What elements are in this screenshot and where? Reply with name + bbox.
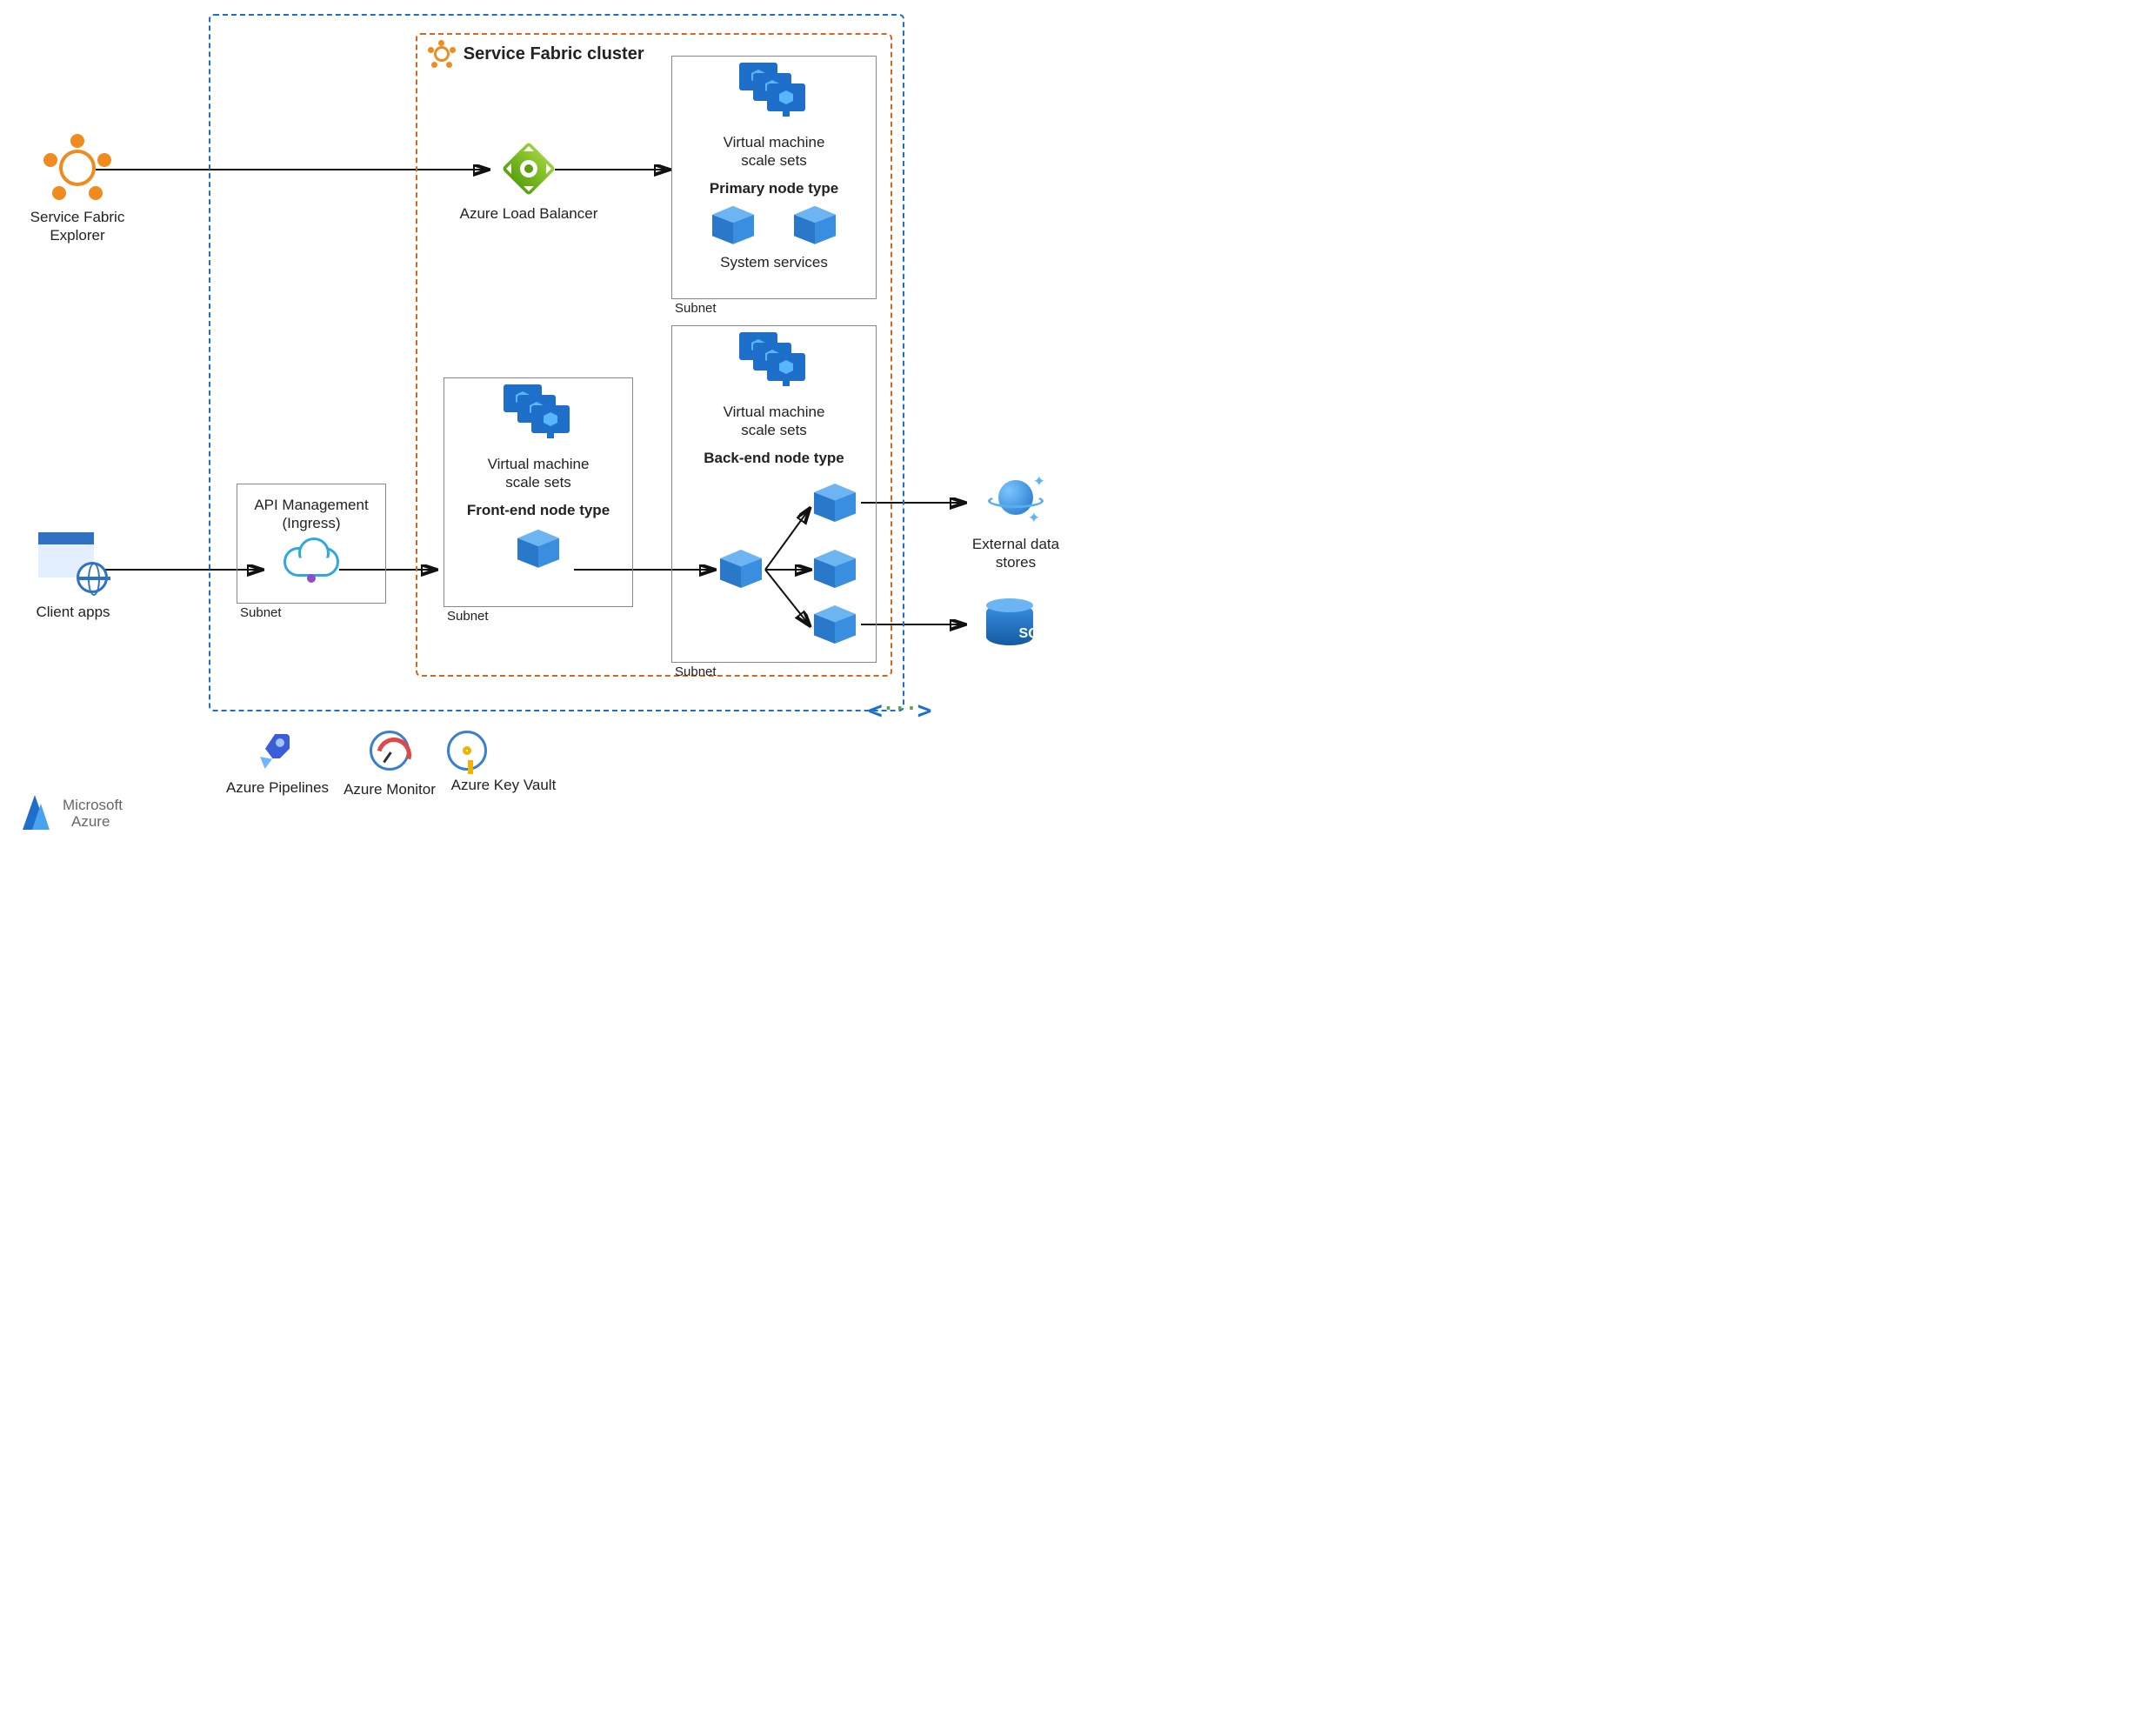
api-management-icon bbox=[284, 542, 339, 580]
backend-cube-2 bbox=[814, 550, 856, 596]
sql-node: SQL bbox=[986, 598, 1033, 655]
primary-vmss-label: Virtual machine scale sets bbox=[671, 133, 877, 170]
primary-title: Primary node type bbox=[671, 179, 877, 197]
sf-cluster-title: Service Fabric cluster bbox=[464, 44, 644, 63]
cube-icon bbox=[814, 484, 856, 525]
backend-hub-cube bbox=[720, 550, 762, 596]
apim-node: API Management (Ingress) bbox=[237, 491, 386, 584]
backend-vmss-label: Virtual machine scale sets bbox=[671, 403, 877, 440]
client-apps-label: Client apps bbox=[21, 603, 125, 621]
azure-logo-node: Microsoft Azure bbox=[17, 795, 123, 833]
cube-icon bbox=[814, 550, 856, 591]
frontend-title: Front-end node type bbox=[444, 501, 633, 519]
sf-explorer-node: Service Fabric Explorer bbox=[21, 137, 134, 245]
frontend-vmss-label: Virtual machine scale sets bbox=[444, 455, 633, 492]
backend-node: Virtual machine scale sets Back-end node… bbox=[671, 332, 877, 467]
pipelines-node: Azure Pipelines bbox=[221, 731, 334, 797]
monitor-label: Azure Monitor bbox=[337, 780, 442, 798]
cube-icon bbox=[517, 530, 559, 571]
client-apps-node: Client apps bbox=[21, 532, 125, 621]
azure-logo-icon bbox=[17, 795, 56, 833]
monitor-icon bbox=[370, 731, 410, 771]
vmss-icon bbox=[504, 384, 573, 445]
alb-node: Azure Load Balancer bbox=[459, 143, 598, 223]
monitor-node: Azure Monitor bbox=[337, 731, 442, 798]
sql-icon: SQL bbox=[986, 598, 1033, 651]
keyvault-icon bbox=[447, 731, 487, 771]
load-balancer-icon bbox=[503, 143, 555, 195]
primary-subnet-label: Subnet bbox=[675, 301, 717, 316]
external-stores-node: ✦ ✦ External data stores bbox=[964, 475, 1068, 572]
backend-subnet-label: Subnet bbox=[675, 664, 717, 679]
keyvault-node: Azure Key Vault bbox=[447, 731, 560, 794]
client-apps-icon bbox=[38, 532, 108, 593]
pipelines-label: Azure Pipelines bbox=[221, 778, 334, 797]
sql-text: SQL bbox=[1010, 626, 1057, 642]
vnet-icon: <···> bbox=[868, 696, 931, 724]
vmss-icon bbox=[739, 332, 809, 393]
sf-explorer-icon bbox=[47, 137, 108, 198]
vmss-icon bbox=[739, 63, 809, 124]
cosmos-icon: ✦ ✦ bbox=[988, 475, 1044, 525]
keyvault-label: Azure Key Vault bbox=[447, 776, 560, 794]
cube-icon bbox=[814, 605, 856, 647]
sf-explorer-label: Service Fabric Explorer bbox=[21, 208, 134, 245]
azure-label: Azure bbox=[71, 813, 110, 830]
cube-icon bbox=[720, 550, 762, 591]
external-stores-label: External data stores bbox=[964, 535, 1068, 572]
service-fabric-icon bbox=[430, 42, 454, 66]
cube-icon bbox=[794, 206, 836, 248]
pipelines-icon bbox=[258, 731, 297, 769]
frontend-subnet-label: Subnet bbox=[447, 609, 489, 624]
backend-cube-3 bbox=[814, 605, 856, 651]
ms-label: Microsoft bbox=[63, 797, 123, 813]
backend-title: Back-end node type bbox=[671, 449, 877, 467]
apim-subnet-label: Subnet bbox=[240, 605, 282, 620]
sf-cluster-title-row: Service Fabric cluster bbox=[430, 42, 644, 66]
apim-title: API Management (Ingress) bbox=[237, 496, 386, 533]
alb-label: Azure Load Balancer bbox=[459, 204, 598, 223]
frontend-node: Virtual machine scale sets Front-end nod… bbox=[444, 384, 633, 576]
primary-system-label: System services bbox=[671, 253, 877, 271]
backend-cube-1 bbox=[814, 484, 856, 530]
cube-icon bbox=[712, 206, 754, 248]
primary-node: Virtual machine scale sets Primary node … bbox=[671, 63, 877, 271]
